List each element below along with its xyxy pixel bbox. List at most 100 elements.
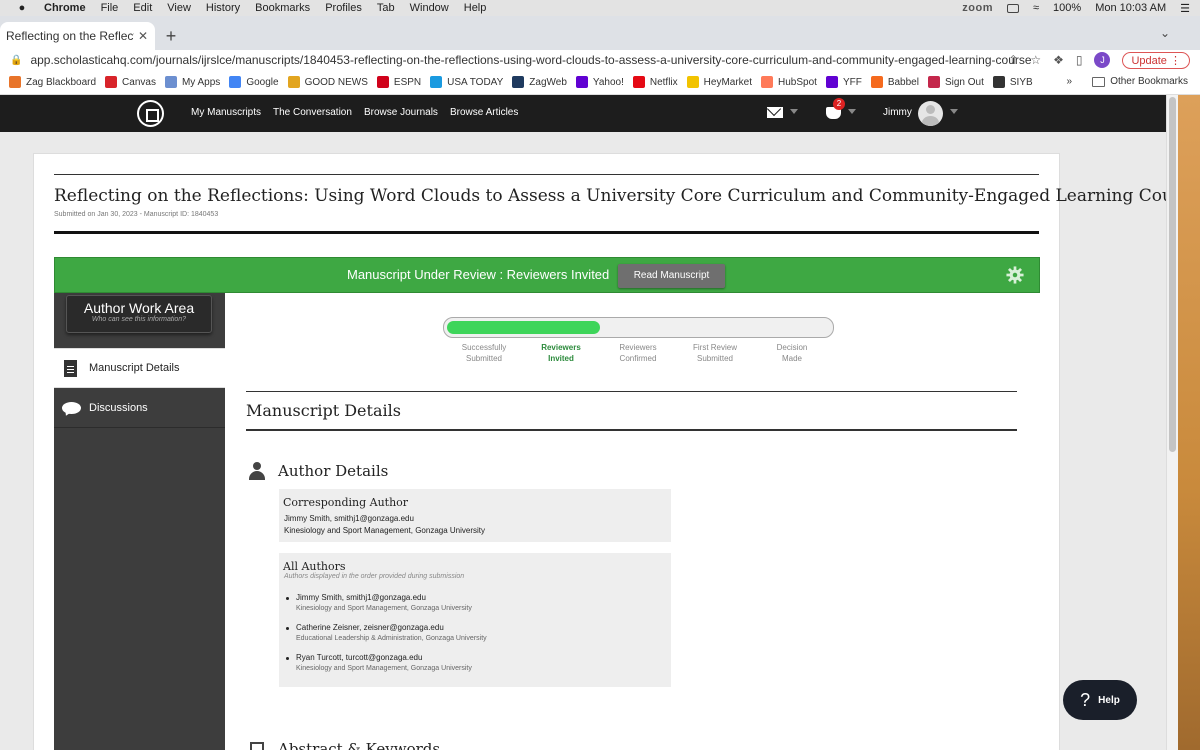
address-bar: 🔒 app.scholasticahq.com/journals/ijrslce… [0, 50, 1200, 70]
share-icon[interactable]: ⇧ [1008, 53, 1018, 67]
bookmark-item[interactable]: Babbel [870, 76, 919, 88]
update-button[interactable]: Update ⋮ [1122, 51, 1190, 69]
bookmark-favicon-icon [376, 76, 389, 88]
bullet-icon [286, 597, 289, 600]
read-manuscript-button[interactable]: Read Manuscript [618, 264, 725, 288]
step-line-1: Reviewers [541, 343, 581, 352]
help-button[interactable]: ? Help [1063, 680, 1137, 720]
sidebar-item-discussions[interactable]: Discussions [54, 388, 225, 428]
sidebar-panel-icon[interactable]: ▯ [1076, 53, 1083, 67]
bookmark-item[interactable]: ESPN [376, 76, 421, 88]
bookmark-favicon-icon [927, 76, 940, 88]
bookmark-item[interactable]: Yahoo! [575, 76, 624, 88]
bookmark-item[interactable]: Canvas [105, 76, 156, 88]
other-bookmarks[interactable]: Other Bookmarks [1092, 76, 1188, 87]
bookmark-item[interactable]: Sign Out [927, 76, 984, 88]
profile-avatar[interactable]: J [1094, 52, 1111, 68]
browser-tab-strip: Reflecting on the Reflections: U ✕ + ⌄ [0, 16, 1200, 50]
battery-percent[interactable]: 100% [1053, 2, 1081, 14]
bookmark-favicon-icon [992, 76, 1005, 88]
menu-bookmarks[interactable]: Bookmarks [255, 2, 310, 14]
bookmark-item[interactable]: USA TODAY [430, 76, 503, 88]
menu-app-name[interactable]: Chrome [44, 2, 86, 14]
menu-profiles[interactable]: Profiles [325, 2, 362, 14]
all-authors-note: Authors displayed in the order provided … [284, 573, 465, 580]
screen-mirror-icon[interactable] [1007, 3, 1019, 13]
extensions-puzzle-icon[interactable]: ❖ [1053, 53, 1064, 67]
author-name: Ryan Turcott, turcott@gonzaga.edu [296, 653, 423, 662]
scholastica-logo-icon[interactable] [137, 100, 164, 127]
bookmark-favicon-icon [825, 76, 838, 88]
bookmark-label: Sign Out [944, 76, 984, 88]
menu-tab[interactable]: Tab [377, 2, 395, 14]
bookmark-favicon-icon [430, 76, 443, 88]
help-label: Help [1098, 694, 1120, 706]
manuscript-title: Reflecting on the Reflections: Using Wor… [54, 186, 1200, 206]
title-divider [54, 174, 1039, 175]
section-title: Manuscript Details [246, 401, 401, 420]
user-caret-icon[interactable] [950, 109, 958, 114]
work-area-visibility-link[interactable]: Who can see this information? [67, 316, 211, 323]
bookmark-item[interactable]: GOOD NEWS [287, 76, 368, 88]
url-field[interactable]: app.scholasticahq.com/journals/ijrslce/m… [30, 53, 1031, 67]
new-tab-plus-icon[interactable]: + [160, 25, 182, 47]
author-name: Catherine Zeisner, zeisner@gonzaga.edu [296, 623, 444, 632]
menu-view[interactable]: View [167, 2, 191, 14]
bookmark-item[interactable]: SIYB [992, 76, 1033, 88]
author-affiliation: Kinesiology and Sport Management, Gonzag… [296, 605, 472, 612]
tab-close-icon[interactable]: ✕ [138, 29, 148, 43]
menu-history[interactable]: History [206, 2, 240, 14]
update-label: Update [1131, 54, 1167, 67]
section-rule [246, 429, 1017, 431]
bookmark-item[interactable]: HeyMarket [686, 76, 752, 88]
bookmark-favicon-icon [287, 76, 300, 88]
browser-tab[interactable]: Reflecting on the Reflections: U ✕ [0, 22, 155, 50]
bookmark-item[interactable]: My Apps [164, 76, 220, 88]
menu-file[interactable]: File [101, 2, 119, 14]
all-authors-box: All Authors Authors displayed in the ord… [279, 553, 671, 687]
nav-my-manuscripts[interactable]: My Manuscripts [191, 107, 261, 118]
user-avatar[interactable] [918, 101, 943, 126]
mail-caret-icon[interactable] [790, 109, 798, 114]
wifi-icon[interactable]: ≈ [1033, 2, 1039, 14]
bookmarks-bar: Zag Blackboard Canvas My Apps Google GOOD NE… [0, 70, 1200, 95]
bookmark-item[interactable]: YFF [825, 76, 862, 88]
clock[interactable]: Mon 10:03 AM [1095, 2, 1166, 14]
title-rule [54, 231, 1039, 234]
bookmark-item[interactable]: HubSpot [761, 76, 817, 88]
person-icon [249, 462, 265, 480]
sidebar-item-manuscript-details[interactable]: Manuscript Details [54, 348, 225, 388]
scrollbar-thumb[interactable] [1169, 97, 1176, 452]
notifications-caret-icon[interactable] [848, 109, 856, 114]
zoom-status-icon[interactable]: zoom [962, 2, 993, 14]
user-name[interactable]: Jimmy [883, 107, 912, 118]
bullet-icon [286, 657, 289, 660]
bookmark-label: Zag Blackboard [26, 76, 97, 88]
nav-browse-journals[interactable]: Browse Journals [364, 107, 438, 118]
envelope-icon[interactable] [767, 107, 783, 118]
bookmark-item[interactable]: Google [229, 76, 279, 88]
bookmark-star-icon[interactable]: ☆ [1030, 53, 1041, 67]
bookmark-label: ZagWeb [529, 76, 567, 88]
menu-window[interactable]: Window [410, 2, 449, 14]
control-center-icon[interactable]: ☰ [1180, 2, 1190, 15]
step-line-1: Decision [776, 343, 808, 352]
lock-icon[interactable]: 🔒 [10, 55, 22, 66]
step-line-1: Reviewers [619, 343, 657, 352]
progress-step: Decision Made [752, 342, 832, 364]
corresponding-author-title: Corresponding Author [283, 496, 409, 509]
tab-search-chevron-icon[interactable]: ⌄ [1160, 26, 1170, 40]
bookmark-item[interactable]: Zag Blackboard [9, 76, 96, 88]
progress-step: Successfully Submitted [444, 342, 524, 364]
page-scrollbar[interactable] [1166, 95, 1178, 750]
bookmark-item[interactable]: Netflix [632, 76, 678, 88]
step-line-2: Invited [548, 354, 574, 363]
menu-edit[interactable]: Edit [133, 2, 152, 14]
more-bookmarks-chevron-icon[interactable]: » [1066, 76, 1072, 87]
nav-browse-articles[interactable]: Browse Articles [450, 107, 518, 118]
gear-icon[interactable] [1006, 266, 1024, 284]
menu-help[interactable]: Help [464, 2, 487, 14]
bookmark-item[interactable]: ZagWeb [512, 76, 567, 88]
nav-the-conversation[interactable]: The Conversation [273, 107, 352, 118]
apple-icon[interactable]: ● [14, 2, 30, 14]
